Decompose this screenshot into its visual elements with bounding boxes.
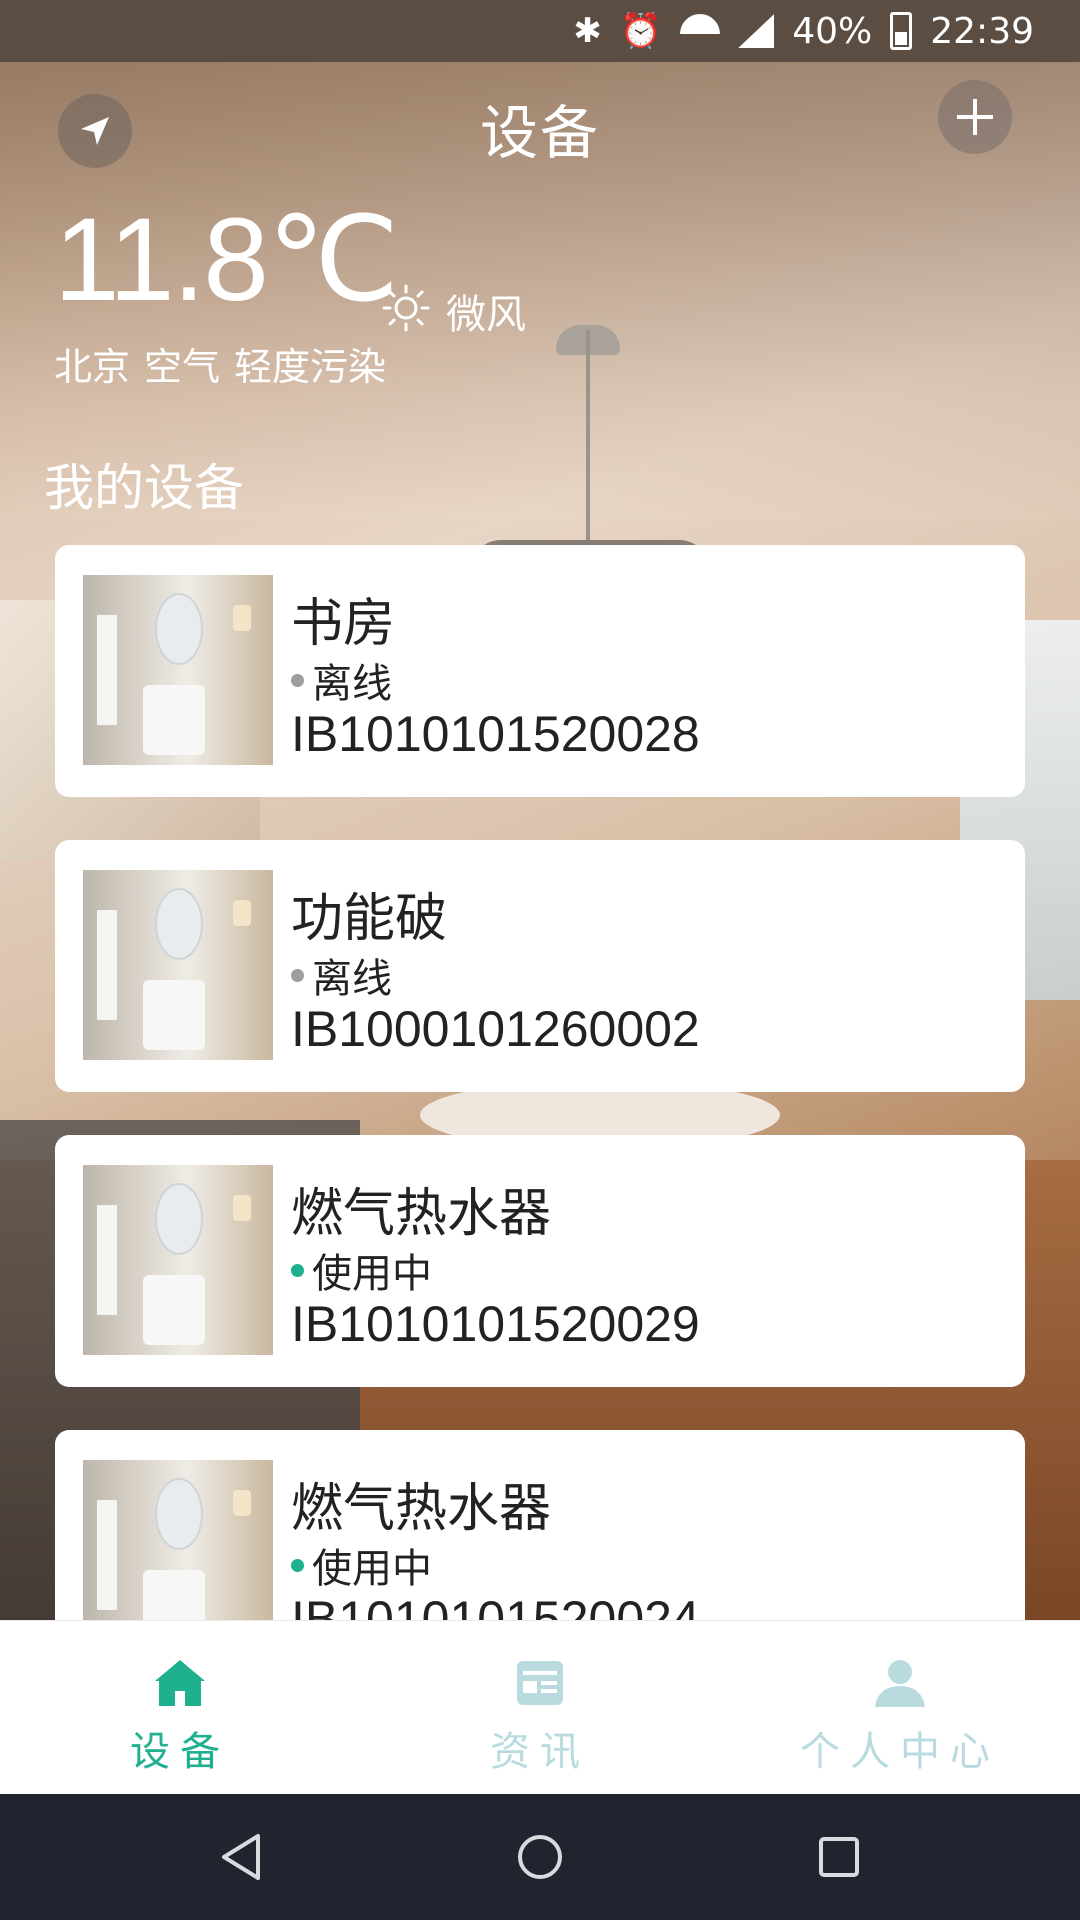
add-device-button[interactable]: [938, 80, 1012, 154]
city-label: 北京: [54, 345, 131, 389]
news-icon: [517, 1661, 563, 1705]
device-status: 使用中: [291, 1536, 432, 1594]
device-name: 燃气热水器: [291, 1184, 552, 1244]
alarm-icon: ⏰: [619, 11, 663, 51]
device-id: IB1000101260002: [291, 1001, 700, 1057]
device-status-label: 使用中: [312, 1546, 432, 1592]
device-id: IB1010101520029: [291, 1296, 700, 1352]
system-navigation-bar: [0, 1794, 1080, 1920]
air-quality-line: 北京 空气 轻度污染: [54, 336, 400, 391]
clock: 22:39: [930, 10, 1034, 52]
device-thumbnail: [83, 1460, 273, 1620]
device-id: IB1010101520024: [291, 1591, 700, 1620]
air-quality-value: 轻度污染: [234, 345, 387, 389]
device-status-label: 使用中: [312, 1251, 432, 1297]
air-label: 空气: [144, 345, 221, 389]
device-status-label: 离线: [312, 661, 392, 707]
device-status: 离线: [291, 946, 392, 1004]
page-title: 设备: [479, 99, 600, 167]
tab-devices[interactable]: 设备: [0, 1621, 360, 1795]
device-card[interactable]: 书房 离线 IB1010101520028: [55, 545, 1025, 797]
status-dot: [291, 1558, 304, 1572]
device-name: 功能破: [291, 889, 448, 949]
tab-label: 个人中心: [800, 1729, 1000, 1775]
device-card[interactable]: 燃气热水器 使用中 IB1010101520024: [55, 1430, 1025, 1620]
bottom-tab-bar: 设备 资讯 个人中心: [0, 1620, 1080, 1794]
battery-percent: 40%: [792, 10, 873, 52]
home-icon: [155, 1660, 205, 1706]
device-card[interactable]: 燃气热水器 使用中 IB1010101520029: [55, 1135, 1025, 1387]
tab-label: 资讯: [490, 1729, 590, 1775]
device-status: 离线: [291, 651, 392, 709]
status-dot: [291, 673, 304, 687]
sun-icon: [382, 284, 430, 332]
section-title: 我的设备: [44, 459, 244, 517]
device-thumbnail: [83, 575, 273, 765]
recents-icon[interactable]: [810, 1828, 868, 1886]
back-icon[interactable]: [212, 1828, 270, 1886]
tab-label: 设备: [130, 1729, 230, 1775]
plus-icon: [957, 99, 993, 135]
person-icon: [875, 1660, 925, 1707]
device-status-label: 离线: [312, 956, 392, 1002]
tab-profile[interactable]: 个人中心: [720, 1621, 1080, 1795]
status-dot: [291, 1263, 304, 1277]
device-thumbnail: [83, 1165, 273, 1355]
status-bar: ✱ ⏰ 40% 22:39: [0, 0, 1080, 62]
tab-news[interactable]: 资讯: [360, 1621, 720, 1795]
device-card[interactable]: 功能破 离线 IB1000101260002: [55, 840, 1025, 1092]
status-dot: [291, 968, 304, 982]
temperature: 11.8℃: [54, 194, 399, 326]
signal-icon: [738, 14, 775, 48]
device-name: 燃气热水器: [291, 1479, 552, 1539]
device-status: 使用中: [291, 1241, 432, 1299]
home-circle-icon[interactable]: [511, 1828, 569, 1886]
wind-label: 微风: [446, 292, 526, 338]
bluetooth-icon: ✱: [573, 11, 602, 51]
device-name: 书房: [291, 594, 396, 654]
device-list[interactable]: 书房 离线 IB1010101520028 功能破 离线 IB100010126…: [0, 545, 1080, 1620]
battery-icon: [890, 12, 913, 50]
device-thumbnail: [83, 870, 273, 1060]
wifi-icon: [680, 14, 720, 48]
device-id: IB1010101520028: [291, 706, 700, 762]
